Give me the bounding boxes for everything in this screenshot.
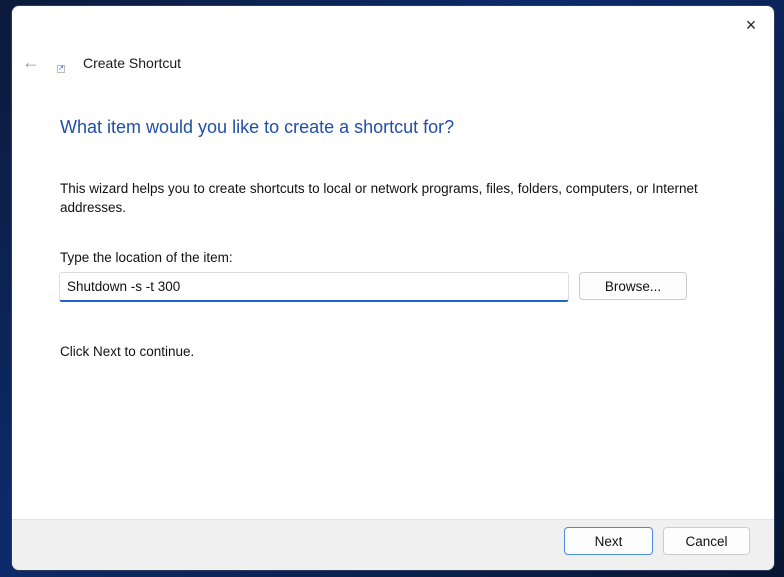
location-label: Type the location of the item:: [60, 250, 233, 265]
wizard-description: This wizard helps you to create shortcut…: [60, 181, 698, 215]
continue-text: Click Next to continue.: [60, 344, 195, 359]
shortcut-icon: ↗: [57, 65, 65, 73]
browse-button[interactable]: Browse...: [579, 272, 687, 300]
next-button[interactable]: Next: [564, 527, 653, 555]
cancel-button[interactable]: Cancel: [663, 527, 750, 555]
close-button[interactable]: ×: [734, 10, 768, 40]
back-button[interactable]: ←: [22, 52, 40, 73]
window-title: Create Shortcut: [83, 55, 182, 71]
location-input[interactable]: [59, 272, 569, 302]
page-heading: What item would you like to create a sho…: [60, 117, 455, 137]
create-shortcut-dialog: × ← ↗ Create Shortcut What item would yo…: [11, 5, 775, 571]
back-arrow-icon: ←: [22, 52, 40, 72]
close-icon: ×: [745, 14, 757, 35]
footer-bar: [12, 519, 774, 570]
